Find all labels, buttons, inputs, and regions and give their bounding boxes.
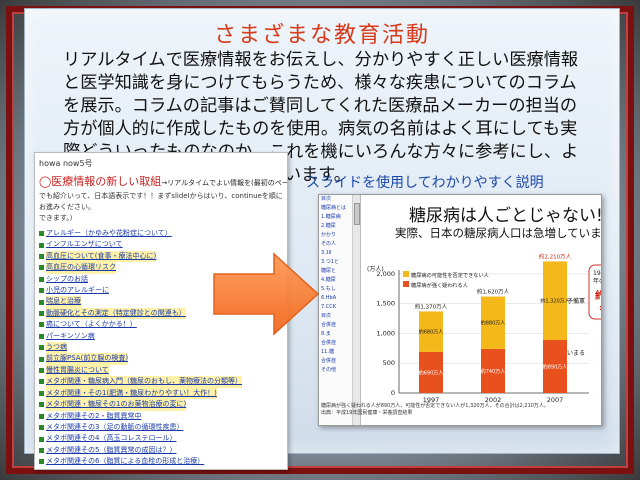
bullet-icon [39, 322, 44, 328]
bullet-icon [39, 254, 44, 260]
y-tick-label: 500 [383, 359, 395, 367]
bar-label-bottom: 約690万人 [419, 369, 444, 376]
bullet-icon [39, 265, 44, 271]
webpage-link-item[interactable]: メタボ関連その4（高玉コレステロール） [39, 433, 283, 444]
bullet-icon [39, 231, 44, 237]
webpage-link-item[interactable]: うつ病 [39, 342, 283, 354]
bullet-icon [39, 242, 44, 248]
bar-total-label: 約1,370万人 [415, 302, 448, 310]
callout-text: 年のわずか [593, 277, 602, 285]
webpage-link-item[interactable]: メタボ関連・糖尿その1のお薬物治療の変に) [39, 399, 283, 411]
webpage-desc-line1: でも紹介いって、日本語表示です！！まずslideIからはいり、continueを… [39, 192, 283, 211]
webpage-link-item[interactable]: メタボ関連・糖尿病入門（糖尿のおもし、薬物療法の分類等） [39, 376, 283, 388]
webpage-link-label[interactable]: インフルエンザについて [46, 239, 123, 250]
bullet-icon [39, 447, 44, 453]
webpage-link-label[interactable]: 小児のアレルギーに [46, 285, 109, 296]
webpage-link-label[interactable]: うつ病 [46, 342, 67, 354]
webpage-link-label[interactable]: パーキンソン病 [46, 331, 95, 342]
webpage-link-label[interactable]: シップのお話 [46, 274, 88, 285]
webpage-link-label[interactable]: メタボ関連その4（高玉コレステロール） [46, 433, 176, 444]
webpage-link-item[interactable]: インフルエンザについて [39, 239, 283, 250]
bar-label-top: 約880万人 [481, 320, 506, 327]
slide-title: さまざまな教育活動 [213, 23, 430, 48]
webpage-link-label[interactable]: アレルギー（かゆみや花粉症について） [46, 228, 172, 239]
bullet-icon [39, 379, 44, 385]
bullet-icon [39, 390, 44, 396]
legend-swatch [403, 281, 409, 287]
webpage-link-item[interactable]: 慢性胃腸炎について [39, 364, 283, 377]
bullet-icon [39, 459, 44, 465]
annotation-label: いまる [567, 350, 585, 357]
webpage-link-item[interactable]: メタボ関連その6（脂質による血栓の形成と治療） [39, 456, 283, 467]
y-tick-label: 2,000 [376, 270, 395, 278]
bullet-icon [39, 299, 44, 305]
webpage-heading: ◯医療情報の新しい取組→リアルタイムでよい情報を(最初のページ [35, 171, 287, 189]
webpage-link-item[interactable]: メタボ関連その2・脂質異常中 [39, 411, 283, 422]
webpage-link-label[interactable]: メタボ関連その3（足の動脈の循環性疾患） [46, 422, 183, 433]
legend-label: 糖尿病が強く疑われる人 [411, 281, 468, 289]
y-tick-label: 0 [391, 389, 395, 397]
webpage-link-label[interactable]: 慢性胃腸炎について [46, 364, 109, 377]
bar-label-top: 約1,320万人 [540, 298, 569, 305]
webpage-heading-rest: →リアルタイムでよい情報を(最初のページ [161, 179, 288, 187]
slide-caption: スライドを使用してわかりやすく説明 [306, 175, 544, 191]
legend-label: 糖尿病の可能性を否定できない人 [411, 271, 489, 279]
bullet-icon [39, 413, 44, 419]
webpage-header: howa now5号 [39, 159, 93, 168]
y-tick-label: 1,000 [376, 329, 395, 337]
bullet-icon [39, 356, 44, 362]
bullet-icon [39, 276, 44, 282]
webpage-link-label[interactable]: メタボ関連その2・脂質異常中 [46, 411, 141, 422]
webpage-link-label[interactable]: メタボ関連その5（脂質異常の成因は？） [46, 445, 176, 456]
bullet-icon [39, 368, 44, 374]
legend-swatch [403, 271, 409, 277]
callout-text: 1997年から [593, 269, 602, 277]
webpage-link-label[interactable]: 前立腺PSA(前立腺の検査) [46, 353, 129, 365]
webpage-link-item[interactable]: メタボ関連その3（足の動脈の循環性疾患） [39, 422, 283, 433]
webpage-link-label[interactable]: メタボ関連・糖尿その1のお薬物治療の変に) [46, 399, 187, 411]
webpage-desc-line2: できます。） [39, 214, 77, 222]
bar-label-top: 約680万人 [419, 329, 444, 336]
annotation-label: 予備軍 [567, 297, 585, 305]
y-tick-label: 1,500 [376, 300, 395, 308]
slide-screenshot: 目次 糖尿病とは 1.糖尿病 2.糖尿 かかり その人 3.1Ⅱ 3.つ1と 糖尿と 4.糖尿 5.… [318, 194, 602, 426]
bar-total-label: 約2,210万人 [539, 252, 572, 260]
bullet-icon [39, 345, 44, 351]
bullet-icon [39, 311, 44, 317]
bullet-icon [39, 333, 44, 339]
diabetes-chart: (万人)05001,0001,5002,000 糖尿病の可能性を否定できない人糖尿… [367, 252, 602, 404]
webpage-heading-main: ◯医療情報の新しい取組 [39, 175, 162, 188]
bullet-icon [39, 402, 44, 408]
bullet-icon [39, 288, 44, 294]
webpage-link-label[interactable]: 高血圧の心循環リスク [46, 262, 116, 274]
webpage-desc: でも紹介いって、日本語表示です！！まずslideIからはいり、continueを… [35, 189, 287, 226]
callout-text: 約2 [595, 289, 602, 302]
webpage-link-label[interactable]: 高血圧について(食事・療法中心に) [46, 250, 157, 263]
webpage-link-item[interactable]: アレルギー（かゆみや花粉症について） [39, 228, 283, 239]
webpage-link-label[interactable]: メタボ関連・その1(肥満・糖尿わかりやすい！大作！) [46, 387, 217, 400]
bar-label-bottom: 約890万人 [543, 364, 568, 371]
webpage-link-label[interactable]: 喘息と治療 [46, 296, 81, 308]
webpage-link-item[interactable]: メタボ関連・その1(肥満・糖尿わかりやすい！大作！) [39, 387, 283, 400]
shot-footnote: 糖尿病が強く疑われる人が890万人、可能性が否定できない人が1,320万人、その… [321, 403, 549, 416]
bar-label-bottom: 約740万人 [481, 368, 506, 375]
callout-text: も [599, 304, 602, 316]
webpage-link-label[interactable]: メタボ関連・糖尿病入門（糖尿のおもし、薬物療法の分類等） [46, 376, 242, 388]
bullet-icon [39, 425, 44, 431]
bullet-icon [39, 436, 44, 442]
webpage-link-item[interactable]: 前立腺PSA(前立腺の検査) [39, 353, 283, 365]
right-arrow-icon [213, 252, 320, 336]
bar-total-label: 約1,620万人 [477, 288, 510, 296]
webpage-link-label[interactable]: メタボ関連その6（脂質による血栓の形成と治療） [46, 456, 204, 467]
webpage-link-item[interactable]: メタボ関連その5（脂質異常の成因は？） [39, 445, 283, 456]
webpage-link-label[interactable]: 動脈硬化とその測定（特定健診との関連も） [46, 307, 186, 320]
webpage-link-label[interactable]: 癌について（よくかかる！） [46, 319, 137, 330]
